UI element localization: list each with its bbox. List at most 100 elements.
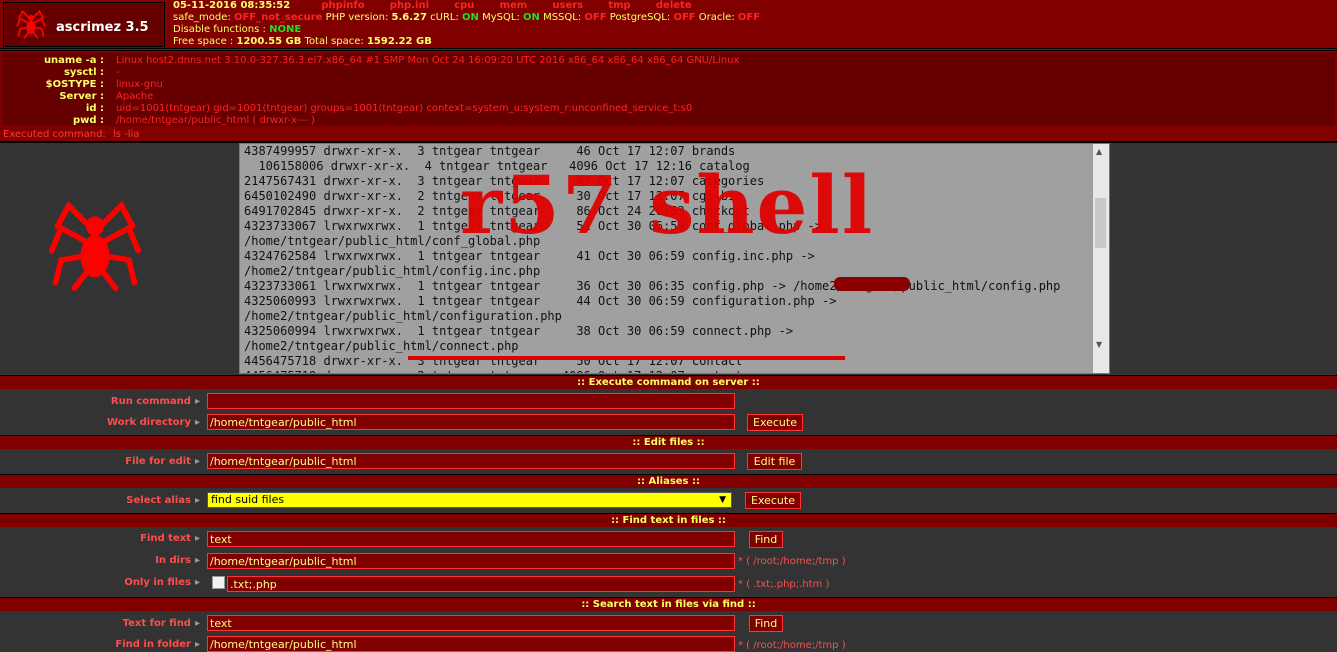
section-aliases: :: Aliases ::	[0, 474, 1337, 489]
curl-label: cURL:	[430, 12, 459, 23]
free-label: Free space :	[173, 36, 234, 47]
disable-label: Disable functions :	[173, 24, 266, 35]
text-for-find-input[interactable]: text	[207, 615, 735, 631]
header-line-2: safe_mode: OFF_not_secure PHP version: 5…	[173, 12, 760, 24]
edit-file-button[interactable]: Edit file	[747, 453, 802, 470]
scroll-down-icon[interactable]: ▼	[1096, 340, 1102, 349]
in-dirs-hint: * ( /root;/home;/tmp )	[738, 556, 846, 567]
sysinfo-value: Apache	[116, 91, 154, 102]
only-in-files-input[interactable]: .txt;.php	[227, 576, 735, 592]
oracle-label: Oracle:	[698, 12, 735, 23]
sysinfo-key: $OSTYPE :	[45, 79, 104, 90]
r57-watermark: r57 shell	[460, 158, 875, 252]
section-find-text: :: Find text in files ::	[0, 513, 1337, 528]
only-in-files-checkbox[interactable]	[212, 576, 225, 589]
redaction-mark	[834, 277, 910, 291]
file-for-edit-input[interactable]: /home/tntgear/public_html	[207, 453, 735, 469]
sysinfo-key: pwd :	[72, 115, 104, 126]
search-form: Text for find ▸ text Find Find in folder ▸…	[0, 611, 1337, 652]
spider-icon	[48, 200, 142, 292]
output-line: 4456475719 drwxr-xr-x. 2 tntgear tntgear…	[244, 369, 1109, 373]
output-line: /home2/tntgear/public_html/connect.php	[244, 339, 519, 353]
spider-icon	[16, 9, 46, 39]
search-find-button[interactable]: Find	[749, 615, 783, 632]
mssql-label: MSSQL:	[543, 12, 582, 23]
output-line: 4325060993 lrwxrwxrwx. 1 tntgear tntgear…	[244, 294, 837, 308]
free-value: 1200.55 GB	[236, 36, 302, 47]
section-edit-files: :: Edit files ::	[0, 435, 1337, 450]
pg-value: OFF	[673, 12, 696, 23]
dropdown-arrow-icon[interactable]: ▼	[719, 493, 726, 507]
php-label: PHP version:	[325, 12, 389, 23]
section-execute: :: Execute command on server ::	[0, 375, 1337, 390]
only-in-files-label: Only in files ▸	[124, 577, 200, 588]
file-for-edit-label: File for edit ▸	[125, 456, 200, 467]
alias-select[interactable]: find suid files ▼	[207, 492, 732, 508]
php-value: 5.6.27	[391, 12, 427, 23]
safe-mode-label: safe_mode:	[173, 12, 231, 23]
select-alias-label: Select alias ▸	[126, 495, 200, 506]
alias-execute-button[interactable]: Execute	[745, 492, 801, 509]
find-text-input[interactable]: text	[207, 531, 735, 547]
link-cpu[interactable]: cpu	[454, 0, 474, 11]
output-line: 4387499957 drwxr-xr-x. 3 tntgear tntgear…	[244, 144, 736, 158]
watermark-underline	[408, 356, 845, 360]
work-directory-label: Work directory ▸	[107, 417, 200, 428]
total-label: Total space:	[304, 36, 364, 47]
find-button[interactable]: Find	[749, 531, 783, 548]
link-tmp[interactable]: tmp	[608, 0, 630, 11]
find-in-folder-input[interactable]: /home/tntgear/public_html	[207, 636, 735, 652]
total-value: 1592.22 GB	[366, 36, 432, 47]
sysinfo-value: uid=1001(tntgear) gid=1001(tntgear) grou…	[116, 103, 693, 114]
sysinfo-inner: uname -a : Linux host2.dnns.net 3.10.0-3…	[2, 53, 1335, 126]
sysinfo-value: Linux host2.dnns.net 3.10.0-327.36.3.el7…	[116, 55, 740, 66]
link-users[interactable]: users	[552, 0, 583, 11]
curl-value: ON	[462, 12, 479, 23]
output-line: /home2/tntgear/public_html/config.inc.ph…	[244, 264, 541, 278]
link-delete[interactable]: delete	[656, 0, 692, 11]
pg-label: PostgreSQL:	[609, 12, 671, 23]
sysinfo-value: linux-gnu	[116, 79, 163, 90]
scroll-up-icon[interactable]: ▲	[1096, 147, 1102, 156]
find-form: Find text ▸ text Find In dirs ▸ /home/tntg…	[0, 527, 1337, 596]
edit-form: File for edit ▸ /home/tntgear/public_html…	[0, 449, 1337, 473]
header-line-1: 05-11-2016 08:35:52 phpinfo php.ini cpu …	[173, 0, 714, 12]
execute-button[interactable]: Execute	[747, 414, 803, 431]
header-line-3: Disable functions : NONE	[173, 24, 301, 36]
work-directory-input[interactable]: /home/tntgear/public_html	[207, 414, 735, 430]
link-phpini[interactable]: php.ini	[390, 0, 429, 11]
run-command-input[interactable]	[207, 393, 735, 409]
find-text-label: Find text ▸	[140, 533, 200, 544]
sysinfo-value: /home/tntgear/public_html ( drwxr-x--- )	[116, 115, 315, 126]
link-phpinfo[interactable]: phpinfo	[321, 0, 364, 11]
sysinfo-value: -	[116, 67, 120, 78]
executed-command: ls -lia	[113, 129, 140, 140]
safe-mode-value: OFF_not_secure	[233, 12, 323, 23]
execute-form: Run command ▸ Work directory ▸ /home/tntge…	[0, 389, 1337, 434]
scroll-thumb[interactable]	[1095, 198, 1106, 248]
logo-cell: ascrimez 3.5	[3, 2, 165, 47]
in-dirs-label: In dirs ▸	[155, 555, 200, 566]
disable-value: NONE	[269, 24, 302, 35]
datetime: 05-11-2016 08:35:52	[173, 0, 291, 11]
sysinfo-key: Server :	[59, 91, 104, 102]
find-in-folder-label: Find in folder ▸	[115, 639, 200, 650]
output-scrollbar[interactable]: ▲ ▼	[1092, 144, 1109, 373]
executed-label: Executed command:	[3, 129, 106, 140]
find-in-folder-hint: * ( /root;/home;/tmp )	[738, 640, 846, 651]
run-command-label: Run command ▸	[110, 396, 200, 407]
oracle-value: OFF	[737, 12, 761, 23]
sysinfo-key: id :	[85, 103, 104, 114]
only-in-files-hint: * ( .txt;.php;.htm )	[738, 579, 830, 590]
app-title: ascrimez 3.5	[56, 20, 149, 35]
alias-selected-value: find suid files	[211, 493, 285, 506]
sysinfo-panel: uname -a : Linux host2.dnns.net 3.10.0-3…	[0, 50, 1337, 129]
mssql-value: OFF	[584, 12, 607, 23]
in-dirs-input[interactable]: /home/tntgear/public_html	[207, 553, 735, 569]
section-search-find: :: Search text in files via find ::	[0, 597, 1337, 612]
header-line-4: Free space : 1200.55 GB Total space: 159…	[173, 36, 432, 48]
sysinfo-key: uname -a :	[43, 55, 104, 66]
sysinfo-key: sysctl :	[63, 67, 104, 78]
text-for-find-label: Text for find ▸	[122, 618, 200, 629]
link-mem[interactable]: mem	[500, 0, 528, 11]
